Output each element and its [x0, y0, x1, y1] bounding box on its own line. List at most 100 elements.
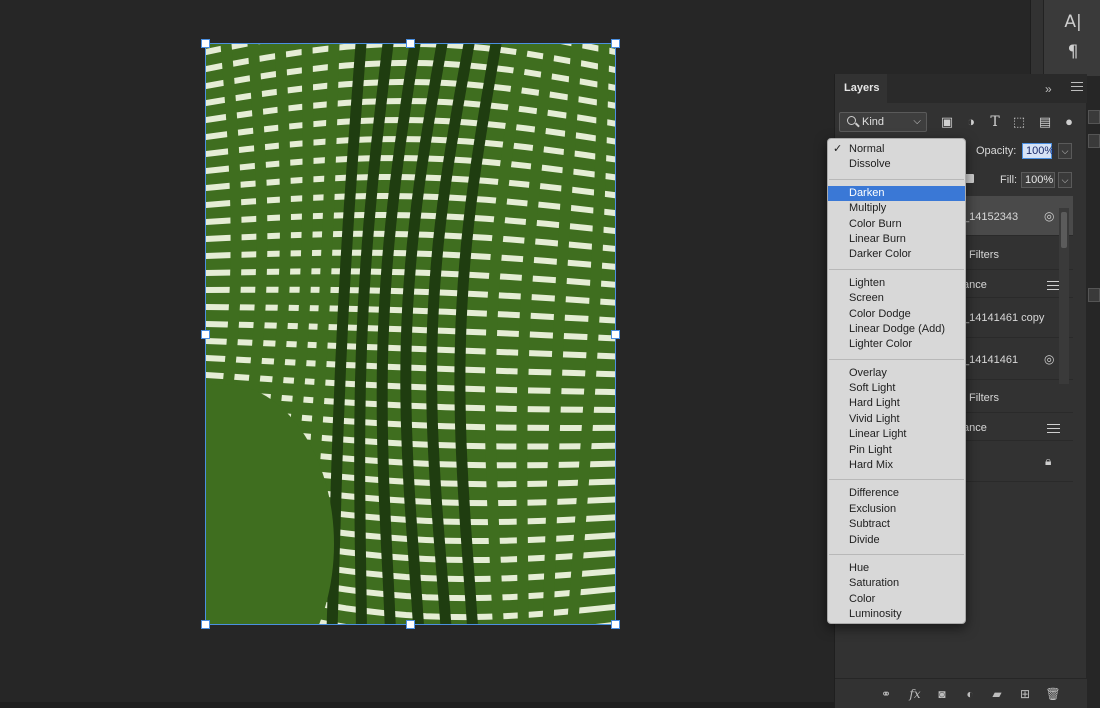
blend-mode-hard-mix[interactable]: Hard Mix	[828, 458, 965, 473]
adjustment-filter-icon[interactable]: ◑	[963, 114, 979, 130]
layer-name: ance	[963, 279, 987, 291]
blend-mode-linear-burn[interactable]: Linear Burn	[828, 232, 965, 247]
blend-mode-luminosity[interactable]: Luminosity	[828, 607, 965, 622]
type-filter-icon[interactable]: T	[987, 114, 1003, 130]
blend-mode-menu: ✓ Normal Dissolve Darken Multiply Color Burn L…	[827, 138, 966, 624]
side-panel-icons	[1088, 110, 1100, 312]
blend-mode-label: Saturation	[849, 577, 900, 590]
blend-mode-label: Screen	[849, 292, 884, 305]
fx-icon[interactable]: fx	[907, 686, 923, 702]
blend-mode-divide[interactable]: Divide	[828, 533, 965, 548]
image-filter-icon[interactable]: ▣	[939, 114, 955, 130]
layer-name: Filters	[969, 392, 999, 404]
blend-mode-linear-light[interactable]: Linear Light	[828, 427, 965, 442]
blend-mode-soft-light[interactable]: Soft Light	[828, 381, 965, 396]
blend-mode-label: Vivid Light	[849, 412, 900, 425]
opacity-dropdown-button[interactable]: ⌵	[1058, 143, 1072, 159]
blend-mode-overlay[interactable]: Overlay	[828, 366, 965, 381]
blend-mode-multiply[interactable]: Multiply	[828, 201, 965, 216]
side-panel-icon[interactable]	[1088, 110, 1100, 124]
tool-options-strip: A| ¶	[1030, 0, 1100, 76]
panel-menu-icon[interactable]	[1071, 82, 1083, 92]
filter-kind-label: Kind	[862, 116, 885, 128]
striped-green-artwork	[206, 44, 615, 624]
artwork-image[interactable]	[206, 44, 615, 624]
fill-input[interactable]: 100%	[1021, 172, 1055, 188]
menu-separator	[829, 553, 964, 555]
layers-scrollbar[interactable]	[1059, 208, 1069, 384]
panel-header: Layers »	[835, 74, 1087, 103]
blend-mode-darken[interactable]: Darken	[828, 185, 965, 202]
menu-separator	[829, 479, 964, 481]
blend-mode-darker-color[interactable]: Darker Color	[828, 247, 965, 262]
layer-mask-icon[interactable]: ◙	[934, 686, 950, 702]
collapse-panel-icon[interactable]: »	[1045, 82, 1052, 96]
blend-mode-label: Color Dodge	[849, 307, 911, 320]
blend-mode-label: Soft Light	[849, 382, 896, 395]
layer-name: _14141461 copy	[963, 312, 1045, 324]
link-layers-icon[interactable]: ⚭	[878, 686, 894, 702]
blend-mode-linear-dodge-add[interactable]: Linear Dodge (Add)	[828, 322, 965, 337]
blend-mode-label: Linear Dodge (Add)	[849, 322, 946, 335]
blend-mode-label: Color	[849, 592, 876, 605]
blend-mode-color-dodge[interactable]: Color Dodge	[828, 307, 965, 322]
status-bar	[0, 702, 834, 708]
blend-mode-dissolve[interactable]: Dissolve	[828, 157, 965, 172]
blend-mode-normal[interactable]: ✓ Normal	[828, 142, 965, 157]
blend-mode-vivid-light[interactable]: Vivid Light	[828, 412, 965, 427]
blend-mode-pin-light[interactable]: Pin Light	[828, 443, 965, 458]
side-panel-icon[interactable]	[1088, 134, 1100, 148]
chevron-down-icon: ⌵	[913, 116, 921, 127]
menu-separator	[829, 268, 964, 270]
layer-name: _14152343	[963, 211, 1019, 223]
blend-mode-label: Multiply	[849, 202, 887, 215]
blend-mode-label: Difference	[849, 487, 899, 500]
blend-mode-label: Subtract	[849, 518, 890, 531]
smart-object-filter-icon[interactable]: ▤	[1037, 114, 1053, 130]
opacity-input[interactable]: 100%	[1022, 143, 1054, 159]
blend-mode-label: Divide	[849, 533, 880, 546]
tool-strip-inner: A| ¶	[1043, 0, 1100, 76]
scroll-thumb[interactable]	[1061, 212, 1067, 248]
filter-kind-select[interactable]: Kind ⌵	[839, 112, 927, 132]
blend-mode-hue[interactable]: Hue	[828, 561, 965, 576]
blend-mode-color-burn[interactable]: Color Burn	[828, 217, 965, 232]
blend-mode-screen[interactable]: Screen	[828, 291, 965, 306]
blend-mode-exclusion[interactable]: Exclusion	[828, 502, 965, 517]
adjustment-layer-icon[interactable]: ◐	[962, 686, 978, 702]
blend-mode-label: Pin Light	[849, 443, 892, 456]
blend-mode-label: Lighter Color	[849, 338, 912, 351]
type-tool-icon[interactable]: A|	[1044, 10, 1100, 34]
smart-object-icon: ◎	[1044, 209, 1055, 223]
side-panel-icon[interactable]	[1088, 288, 1100, 302]
group-folder-icon[interactable]: ▰	[989, 686, 1005, 702]
blend-mode-label: Linear Burn	[849, 232, 906, 245]
blend-mode-label: Hard Mix	[849, 459, 894, 472]
tab-layers[interactable]: Layers	[835, 74, 887, 103]
paragraph-icon[interactable]: ¶	[1044, 40, 1100, 64]
smart-object-icon: ◎	[1044, 352, 1055, 366]
new-layer-icon[interactable]: ⊞	[1017, 686, 1033, 702]
filter-toggle-icon[interactable]: ●	[1061, 114, 1077, 130]
blend-mode-label: Linear Light	[849, 428, 907, 441]
checkmark-icon: ✓	[833, 143, 843, 155]
blend-mode-label: Darker Color	[849, 248, 912, 261]
blend-mode-lighter-color[interactable]: Lighter Color	[828, 337, 965, 352]
blend-mode-hard-light[interactable]: Hard Light	[828, 396, 965, 411]
blend-mode-subtract[interactable]: Subtract	[828, 517, 965, 532]
blend-mode-label: Normal	[849, 143, 885, 155]
blend-mode-saturation[interactable]: Saturation	[828, 576, 965, 591]
shape-filter-icon[interactable]: ⬚	[1011, 114, 1027, 130]
lock-icon[interactable]	[965, 174, 974, 183]
filter-options-icon[interactable]	[1047, 424, 1060, 434]
blend-mode-color[interactable]: Color	[828, 592, 965, 607]
menu-separator	[829, 358, 964, 360]
opacity-label: Opacity:	[976, 145, 1017, 157]
blend-mode-lighten[interactable]: Lighten	[828, 276, 965, 291]
blend-mode-difference[interactable]: Difference	[828, 486, 965, 501]
blend-mode-label: Hue	[849, 561, 870, 574]
trash-icon[interactable]: 🗑︎	[1045, 686, 1061, 702]
panel-footer: ⚭ fx ◙ ◐ ▰ ⊞ 🗑︎	[835, 678, 1087, 708]
fill-dropdown-button[interactable]: ⌵	[1058, 172, 1072, 188]
blend-mode-label: Exclusion	[849, 502, 897, 515]
